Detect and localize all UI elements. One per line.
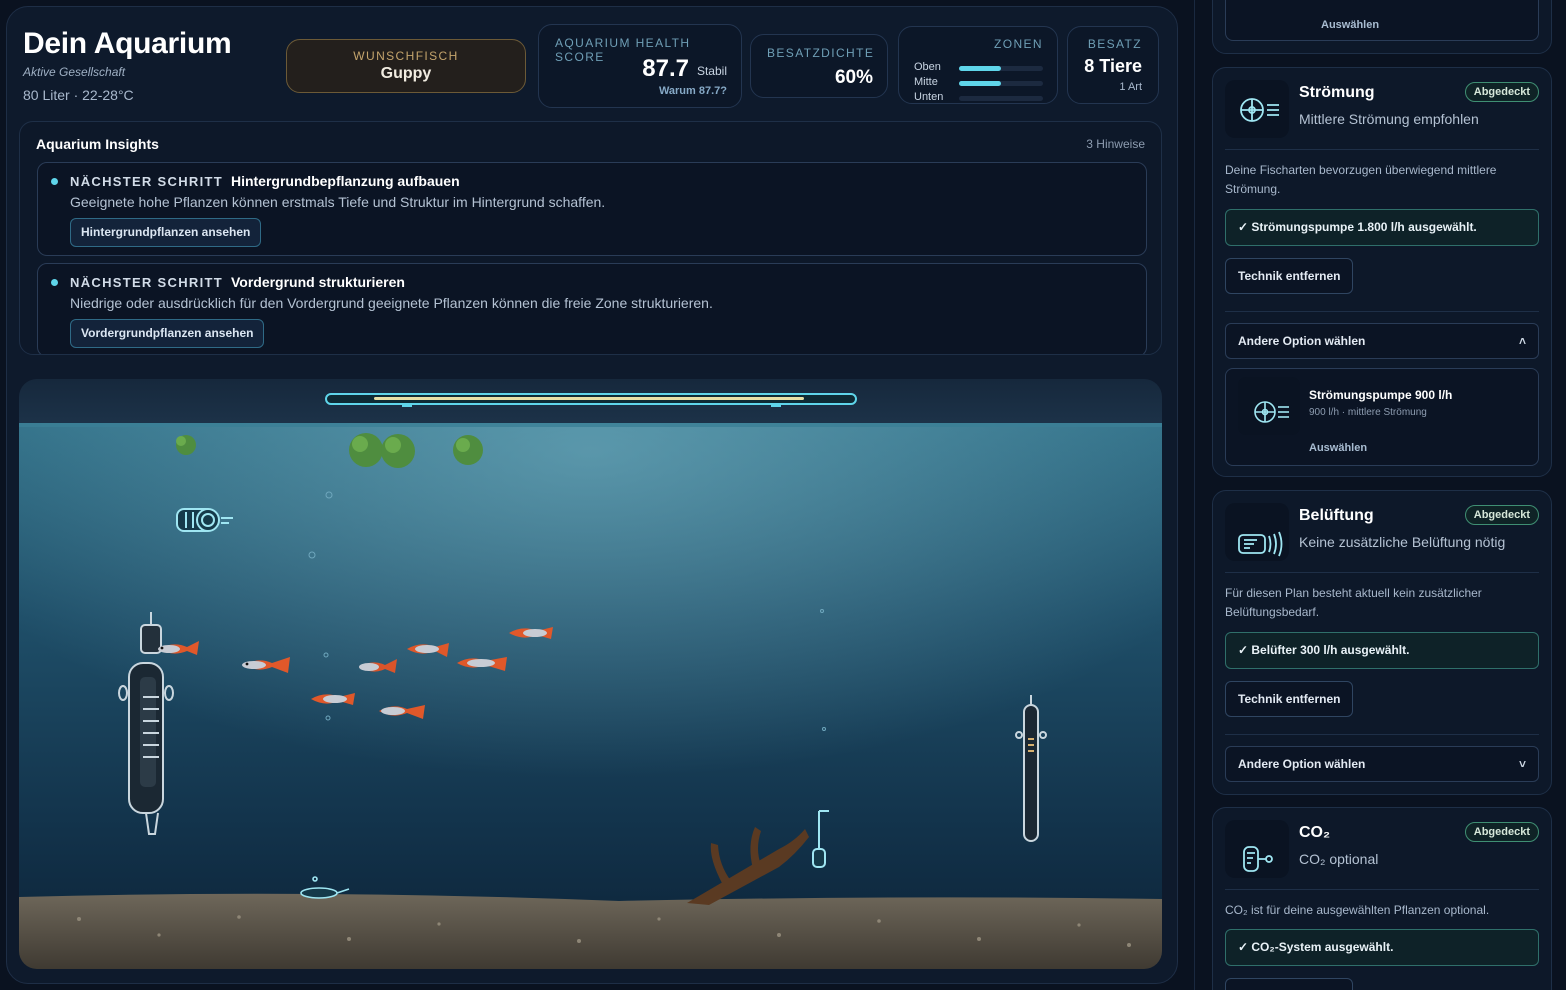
- option-specs: 900 l/h · mittlere Strömung: [1309, 407, 1427, 418]
- stocking-card: Besatz 8 Tiere 1 Art: [1067, 26, 1159, 104]
- co2-card: CO₂ CO₂ optional Abgedeckt CO₂ ist für d…: [1212, 807, 1552, 990]
- tank-substrate: [19, 893, 1162, 969]
- card-separator: [1225, 149, 1539, 150]
- wish-fish-card[interactable]: Wunschfisch Guppy: [286, 39, 526, 93]
- status-badge: Abgedeckt: [1464, 822, 1539, 842]
- stocking-label: Besatz: [1087, 37, 1142, 51]
- card-separator: [1225, 889, 1539, 890]
- zones-card: Zonen Oben Mitte Unten: [898, 26, 1058, 104]
- page-subtitle: Aktive Gesellschaft: [23, 65, 126, 79]
- insight-description: Niedrige oder ausdrücklich für den Vorde…: [70, 295, 713, 311]
- health-score-value: 87.7: [642, 55, 689, 82]
- zone-row-bottom: Unten: [914, 91, 1044, 105]
- foreground-plants-button[interactable]: Vordergrundpflanzen ansehen: [70, 319, 265, 348]
- insight-kicker-text: Nächster Schritt: [70, 174, 223, 189]
- aeration-card: Belüftung Keine zusätzliche Belüftung nö…: [1212, 490, 1552, 795]
- insight-headline: Hintergrundbepflanzung aufbauen: [230, 173, 460, 189]
- flow-selected-banner: ✓ Strömungspumpe 1.800 l/h ausgewählt.: [1225, 209, 1539, 246]
- insight-kicker-text: Nächster Schritt: [70, 275, 223, 290]
- zone-label: Oben: [914, 61, 941, 73]
- zone-row-top: Oben: [914, 61, 1044, 75]
- zone-label: Unten: [914, 91, 944, 103]
- background-plants-button[interactable]: Hintergrundpflanzen ansehen: [70, 218, 262, 247]
- insights-count: 3 Hinweise: [1086, 137, 1145, 151]
- sidebar-divider: [1194, 0, 1195, 990]
- select-option-button[interactable]: Auswählen: [1321, 19, 1379, 31]
- aerator-icon: [1225, 503, 1289, 561]
- insight-kicker: Nächster Schritt Vordergrund strukturiere…: [70, 274, 405, 290]
- insights-title: Aquarium Insights: [36, 136, 159, 152]
- main-panel: Dein Aquarium Aktive Gesellschaft 80 Lit…: [6, 6, 1178, 984]
- zone-fill: [959, 66, 1001, 71]
- tank-volume: 80 Liter · 22-28°C: [23, 87, 134, 103]
- other-option-dropdown[interactable]: Andere Option wählen ˅: [1225, 746, 1539, 782]
- wish-fish-value: Guppy: [380, 65, 432, 82]
- zone-fill: [959, 81, 1001, 86]
- chevron-down-icon: ˅: [1518, 757, 1526, 771]
- other-option-label: Andere Option wählen: [1238, 757, 1366, 771]
- alternative-option-card[interactable]: Strömungspumpe 900 l/h 900 l/h · mittler…: [1225, 368, 1539, 466]
- co2-description: CO₂ ist für deine ausgewählten Pflanzen …: [1225, 903, 1490, 917]
- density-card: Besatzdichte 60%: [750, 34, 888, 98]
- other-option-dropdown[interactable]: Andere Option wählen ˄: [1225, 323, 1539, 359]
- flow-title: Strömung: [1299, 84, 1375, 101]
- aeration-selected-banner: ✓ Belüfter 300 l/h ausgewählt.: [1225, 632, 1539, 669]
- density-label: Besatzdichte: [767, 46, 875, 60]
- aeration-title: Belüftung: [1299, 507, 1374, 524]
- insights-panel: Aquarium Insights 3 Hinweise Nächster Sc…: [19, 121, 1162, 355]
- density-value: 60%: [834, 67, 873, 88]
- health-score-card: Aquarium Health Score 87.7 Stabil Warum …: [538, 24, 742, 108]
- stocking-species: 1 Art: [1119, 81, 1142, 93]
- aeration-subtitle: Keine zusätzliche Belüftung nötig: [1299, 534, 1506, 550]
- insight-item: Nächster Schritt Hintergrundbepflanzung a…: [37, 162, 1147, 256]
- bullet-icon: [51, 178, 58, 185]
- wish-fish-label: Wunschfisch: [353, 49, 459, 63]
- option-name: Strömungspumpe 900 l/h: [1309, 388, 1453, 402]
- health-score-why-link[interactable]: Warum 87.7?: [659, 85, 727, 97]
- remove-equipment-button[interactable]: Technik entfernen: [1225, 681, 1354, 717]
- remove-equipment-button[interactable]: Technik entfernen: [1225, 258, 1354, 294]
- pump-icon: [1238, 377, 1300, 435]
- insight-headline: Vordergrund strukturieren: [230, 274, 405, 290]
- water-surface: [19, 423, 1162, 427]
- aquarium-scene: [19, 379, 1162, 969]
- stocking-value: 8 Tiere: [1084, 56, 1142, 76]
- flow-card: Strömung Mittlere Strömung empfohlen Abg…: [1212, 67, 1552, 477]
- co2-icon: [1225, 820, 1289, 878]
- remove-equipment-button[interactable]: [1225, 978, 1353, 990]
- insight-kicker: Nächster Schritt Hintergrundbepflanzung a…: [70, 173, 460, 189]
- card-separator: [1225, 311, 1539, 312]
- card-separator: [1225, 572, 1539, 573]
- zone-track: [959, 96, 1043, 101]
- zones-label: Zonen: [994, 37, 1043, 51]
- aquarium-visualization: [19, 379, 1162, 969]
- insight-item: Nächster Schritt Vordergrund strukturiere…: [37, 263, 1147, 354]
- chevron-up-icon: ˄: [1518, 334, 1526, 348]
- pump-icon: [1225, 80, 1289, 138]
- co2-subtitle: CO₂ optional: [1299, 851, 1379, 867]
- zone-track: [959, 81, 1043, 86]
- co2-selected-banner: ✓ CO₂-System ausgewählt.: [1225, 929, 1539, 966]
- aeration-description: Für diesen Plan besteht aktuell kein zus…: [1225, 586, 1482, 619]
- tank-light-glow: [19, 423, 1162, 969]
- card-separator: [1225, 734, 1539, 735]
- status-badge: Abgedeckt: [1464, 505, 1539, 525]
- zone-row-middle: Mitte: [914, 76, 1044, 90]
- select-option-button[interactable]: Auswählen: [1309, 442, 1367, 454]
- previous-equipment-card: Auswählen: [1212, 0, 1552, 54]
- zone-label: Mitte: [914, 76, 938, 88]
- health-score-status: Stabil: [696, 64, 727, 78]
- insight-description: Geeignete hohe Pflanzen können erstmals …: [70, 194, 606, 210]
- page-title: Dein Aquarium: [23, 27, 232, 60]
- flow-subtitle: Mittlere Strömung empfohlen: [1299, 111, 1479, 127]
- flow-description: Deine Fischarten bevorzugen überwiegend …: [1225, 163, 1497, 196]
- other-option-label: Andere Option wählen: [1238, 334, 1366, 348]
- zone-track: [959, 66, 1043, 71]
- previous-option-card[interactable]: Auswählen: [1225, 0, 1539, 41]
- co2-title: CO₂: [1299, 824, 1331, 841]
- bullet-icon: [51, 279, 58, 286]
- status-badge: Abgedeckt: [1464, 82, 1539, 102]
